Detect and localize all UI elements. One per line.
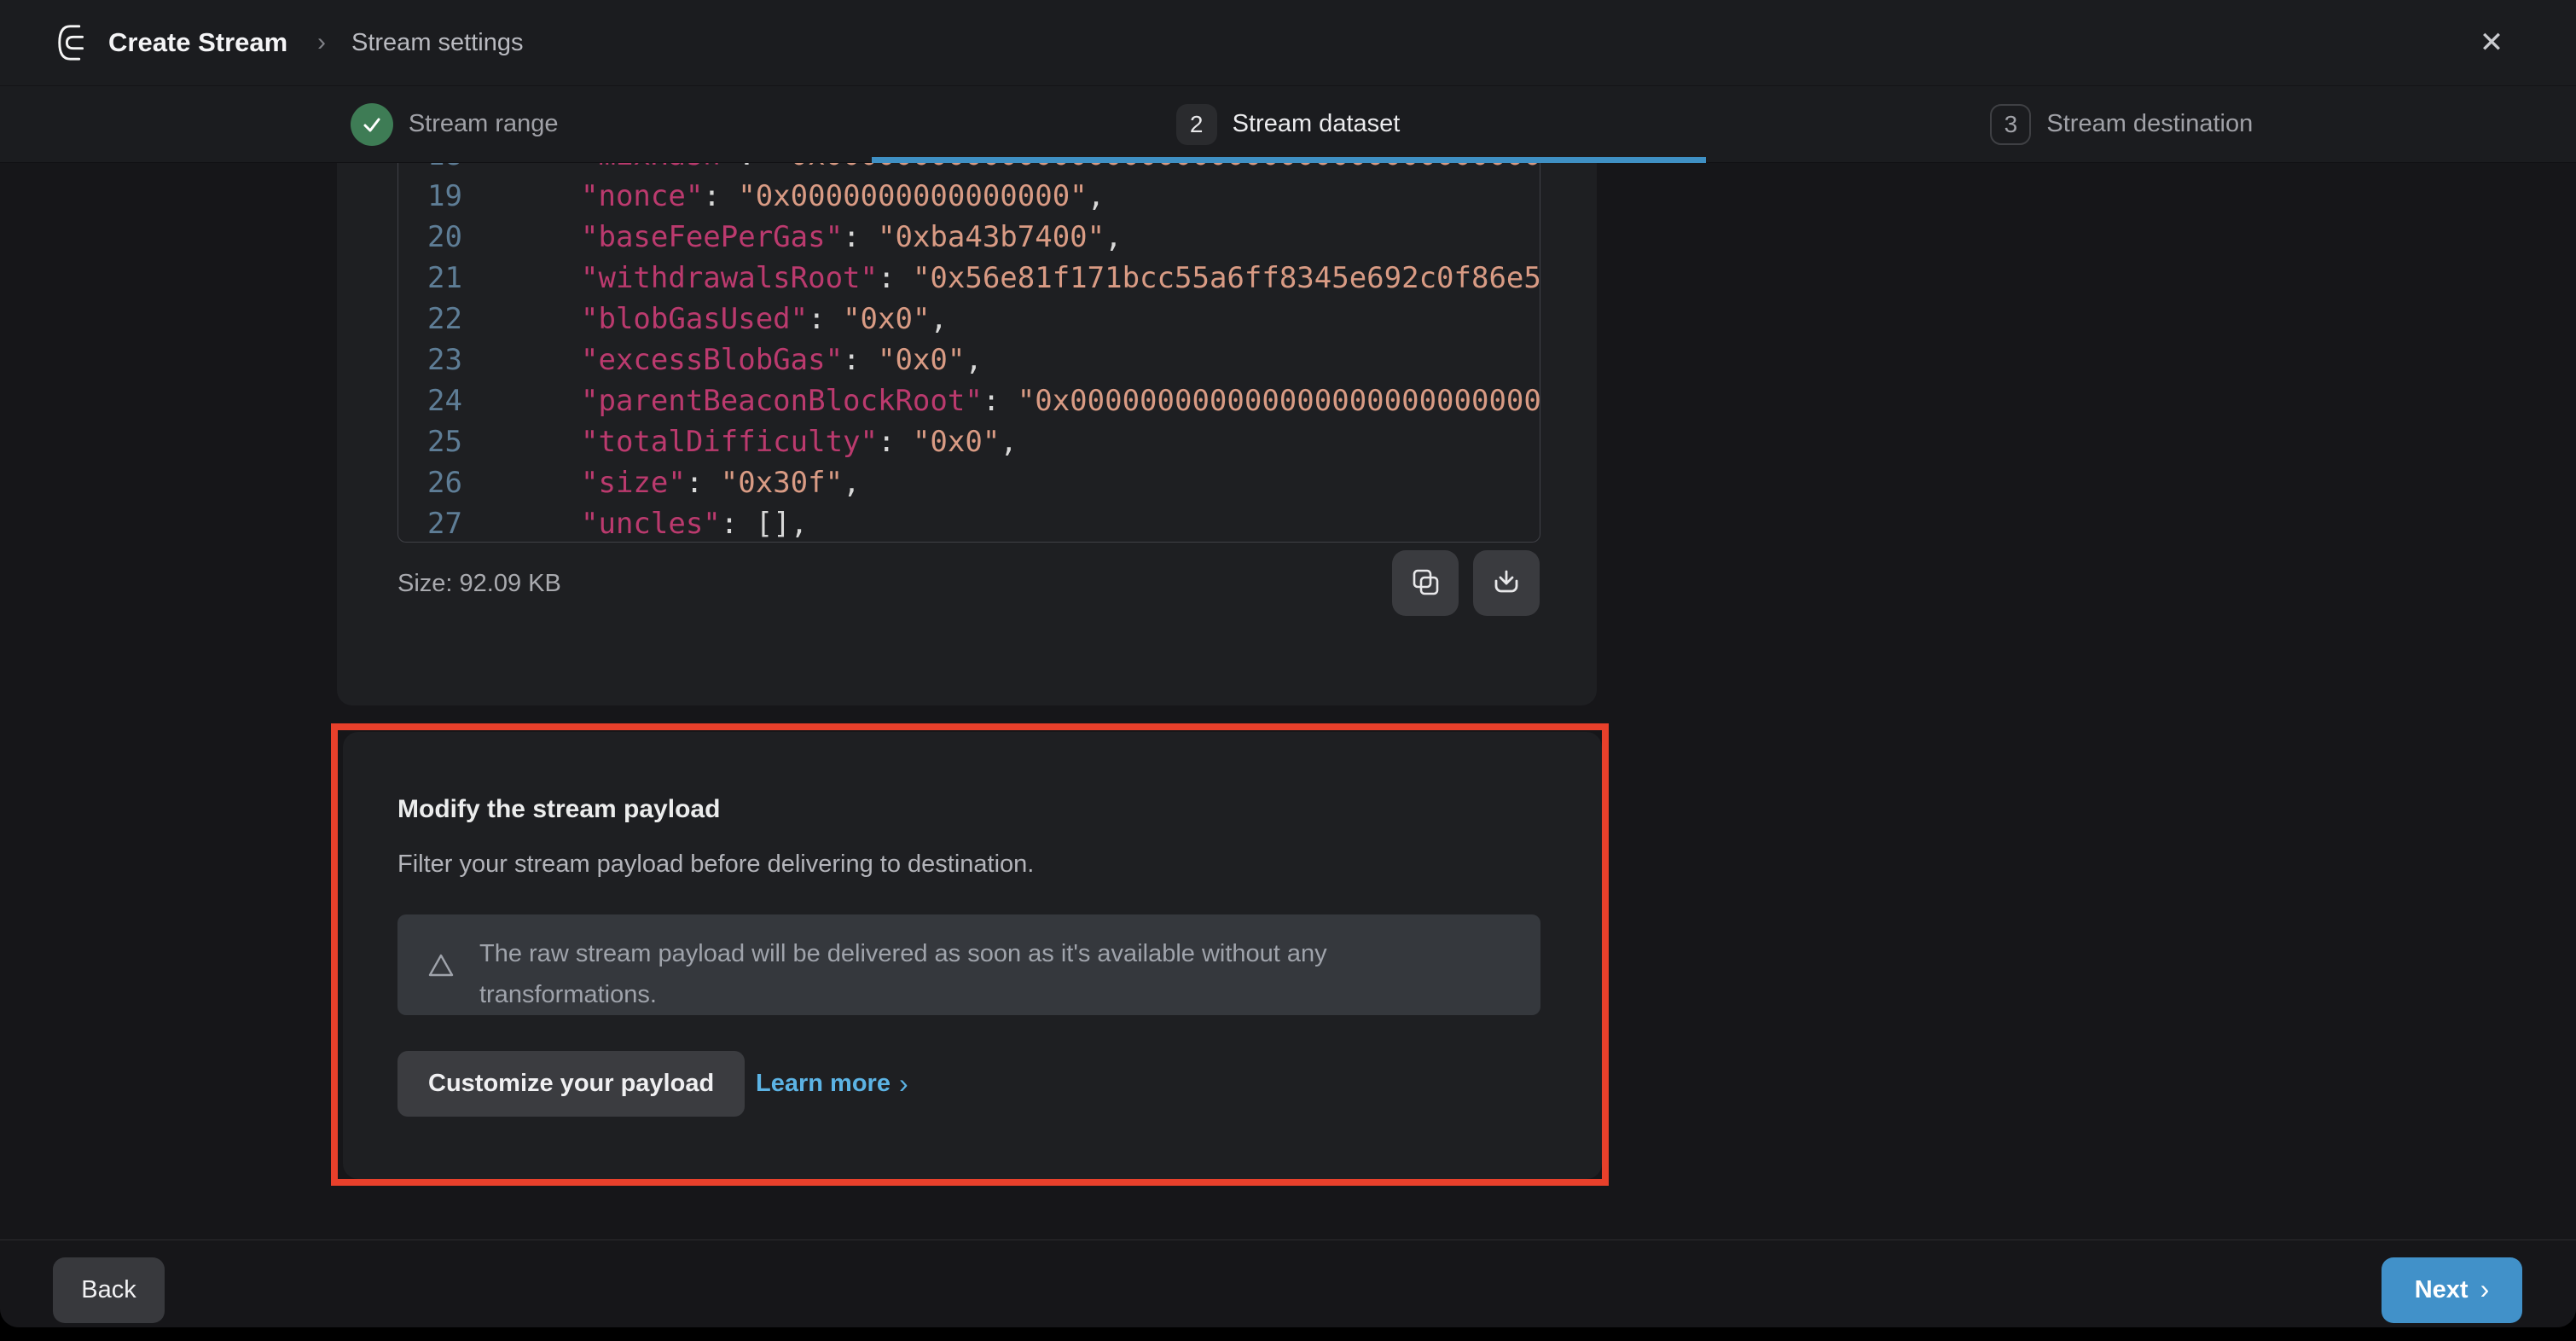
code-lines: 18"mixHash": "0x000000000000000000000000…	[398, 135, 1540, 543]
copy-icon	[1411, 567, 1440, 599]
step-number-badge: 3	[1990, 104, 2031, 145]
dataset-size-row: Size: 92.09 KB	[397, 550, 1540, 617]
raw-payload-notice: The raw stream payload will be delivered…	[397, 914, 1540, 1015]
app-header: Create Stream › Stream settings ✕	[0, 0, 2576, 85]
stepper-bar: Stream range 2 Stream dataset 3 Stream d…	[0, 85, 2576, 163]
code-line: 25"totalDifficulty": "0x0",	[398, 421, 1540, 462]
quicknode-logo-icon	[55, 23, 94, 62]
code-line: 22"blobGasUsed": "0x0",	[398, 299, 1540, 340]
modify-payload-card: Modify the stream payload Filter your st…	[343, 732, 1602, 1179]
wizard-footer: Back Next ›	[0, 1239, 2576, 1327]
code-line: 21"withdrawalsRoot": "0x56e81f171bcc55a6…	[398, 258, 1540, 299]
back-button[interactable]: Back	[53, 1257, 165, 1323]
code-line: 27"uncles": [],	[398, 503, 1540, 543]
close-button[interactable]: ✕	[2470, 21, 2513, 64]
raw-payload-notice-text: The raw stream payload will be delivered…	[479, 933, 1384, 1015]
step-label: Stream destination	[2046, 110, 2253, 138]
next-button-label: Next	[2415, 1276, 2469, 1304]
page-title: Create Stream	[108, 0, 287, 85]
download-button[interactable]	[1473, 550, 1540, 616]
copy-button[interactable]	[1392, 550, 1459, 616]
close-icon: ✕	[2480, 26, 2504, 60]
breadcrumb: Stream settings	[351, 0, 523, 85]
step-stream-destination[interactable]: 3 Stream destination	[1705, 86, 2538, 162]
step-label: Stream dataset	[1233, 110, 1401, 138]
create-stream-window: 18"mixHash": "0x000000000000000000000000…	[0, 0, 2576, 1327]
step-stream-dataset[interactable]: 2 Stream dataset	[871, 86, 1704, 162]
payload-code-viewer[interactable]: 18"mixHash": "0x000000000000000000000000…	[397, 128, 1540, 543]
code-line: 24"parentBeaconBlockRoot": "0x0000000000…	[398, 380, 1540, 421]
code-line: 26"size": "0x30f",	[398, 462, 1540, 503]
step-number-badge: 2	[1176, 104, 1217, 145]
learn-more-link[interactable]: Learn more ›	[756, 1051, 908, 1117]
step-label: Stream range	[409, 110, 559, 138]
code-line: 20"baseFeePerGas": "0xba43b7400",	[398, 217, 1540, 258]
step-stream-range[interactable]: Stream range	[38, 86, 871, 162]
download-icon	[1492, 567, 1521, 599]
code-line: 23"excessBlobGas": "0x0",	[398, 340, 1540, 380]
chevron-right-icon: ›	[899, 1068, 908, 1100]
breadcrumb-chevron-icon: ›	[317, 0, 326, 85]
dataset-size-label: Size: 92.09 KB	[397, 550, 561, 617]
dataset-preview-card: 18"mixHash": "0x000000000000000000000000…	[337, 101, 1597, 705]
chevron-right-icon: ›	[2480, 1274, 2490, 1305]
active-step-indicator	[872, 157, 1706, 163]
modify-payload-heading: Modify the stream payload	[397, 795, 720, 824]
customize-payload-button[interactable]: Customize your payload	[397, 1051, 745, 1117]
check-circle-icon	[351, 103, 393, 146]
learn-more-label: Learn more	[756, 1070, 891, 1098]
modify-payload-description: Filter your stream payload before delive…	[397, 850, 1034, 879]
code-line: 19"nonce": "0x0000000000000000",	[398, 176, 1540, 217]
next-button[interactable]: Next ›	[2382, 1257, 2522, 1323]
warning-triangle-icon	[426, 950, 455, 984]
